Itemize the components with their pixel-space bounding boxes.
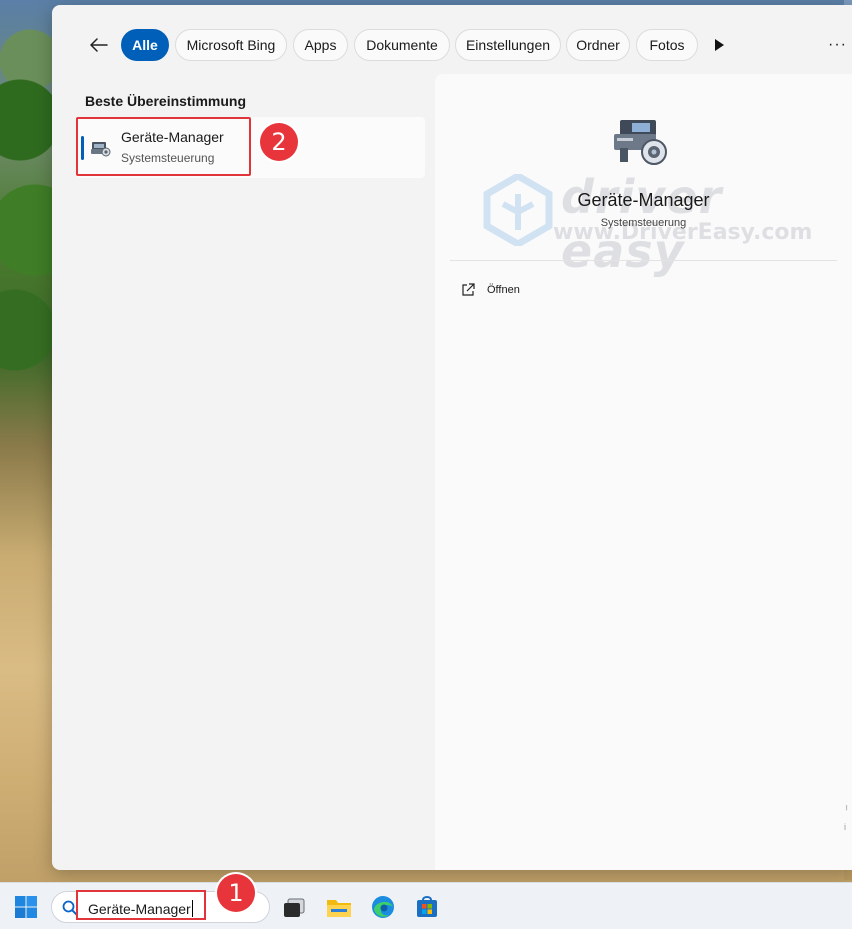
annotation-badge-2: 2 [260, 123, 298, 161]
taskbar: Geräte-Manager [0, 882, 852, 929]
filter-chip-ordner[interactable]: Ordner [566, 29, 630, 61]
edge-browser-icon[interactable] [370, 895, 396, 919]
filter-chip-microsoft-bing[interactable]: Microsoft Bing [175, 29, 287, 61]
filter-chip-dokumente[interactable]: Dokumente [354, 29, 450, 61]
filter-bar: Alle Microsoft Bing Apps Dokumente Einst… [52, 5, 852, 85]
results-list: Beste Übereinstimmung Geräte-Manager Sys… [52, 85, 432, 870]
detail-divider [450, 260, 837, 261]
device-manager-icon [91, 142, 111, 157]
windows-start-icon[interactable] [14, 895, 38, 919]
open-action[interactable]: Öffnen [461, 280, 581, 300]
search-input[interactable]: Geräte-Manager [88, 900, 193, 917]
text-caret [191, 900, 193, 917]
more-options-button[interactable]: ··· [828, 35, 850, 55]
filter-chip-fotos[interactable]: Fotos [636, 29, 698, 61]
filter-chip-apps[interactable]: Apps [293, 29, 348, 61]
detail-subtitle: Systemsteuerung [600, 217, 687, 229]
filter-chip-alle[interactable]: Alle [121, 29, 169, 61]
edge-marks: ╷ i [844, 800, 850, 832]
back-button[interactable] [88, 34, 110, 56]
detail-pane: driver easy www.DriverEasy.com Geräte-Ma… [435, 74, 852, 870]
search-icon [62, 900, 78, 916]
more-filters-button[interactable] [714, 38, 730, 52]
search-panel: Alle Microsoft Bing Apps Dokumente Einst… [52, 5, 852, 870]
play-right-icon [715, 39, 724, 51]
result-title: Geräte-Manager [121, 129, 224, 145]
microsoft-store-icon[interactable] [414, 895, 440, 919]
desktop-wallpaper [0, 0, 60, 880]
best-match-result[interactable]: Geräte-Manager Systemsteuerung [76, 117, 425, 178]
selection-indicator [81, 136, 84, 160]
file-explorer-icon[interactable] [326, 895, 352, 919]
open-action-label: Öffnen [487, 284, 520, 296]
open-external-icon [462, 283, 475, 296]
search-input-value: Geräte-Manager [88, 901, 191, 917]
result-subtitle: Systemsteuerung [121, 151, 215, 165]
arrow-left-icon [90, 38, 108, 52]
section-title-best-match: Beste Übereinstimmung [85, 93, 247, 109]
detail-title: Geräte-Manager [577, 190, 710, 210]
task-view-icon[interactable] [282, 895, 308, 919]
device-manager-icon [614, 120, 667, 165]
filter-chip-einstellungen[interactable]: Einstellungen [455, 29, 561, 61]
annotation-badge-1: 1 [217, 874, 255, 912]
